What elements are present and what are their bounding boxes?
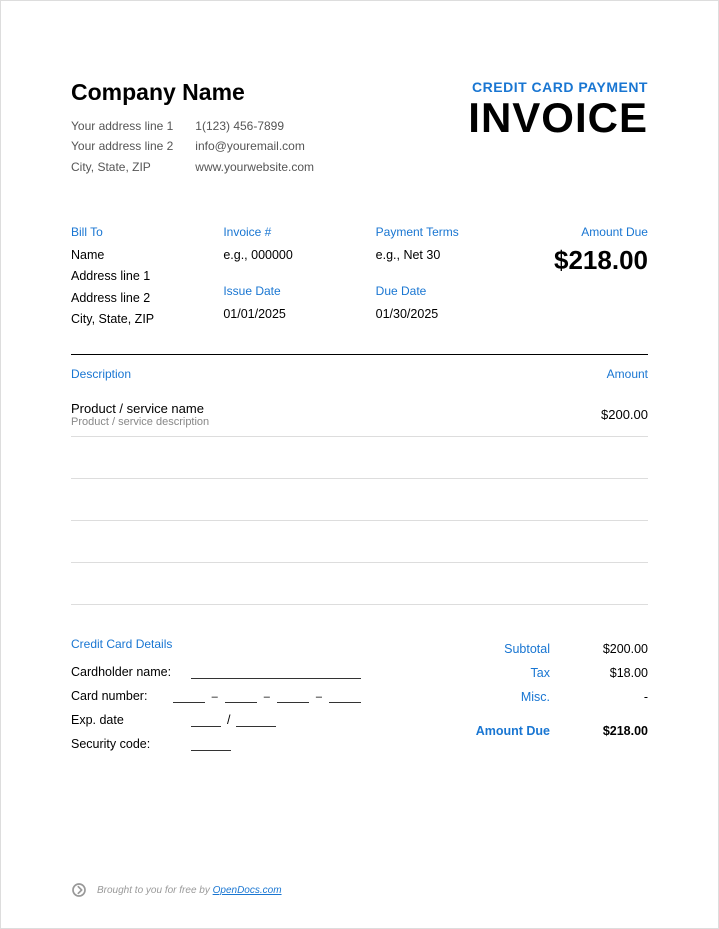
tax-value: $18.00 bbox=[578, 666, 648, 680]
bill-to-label: Bill To bbox=[71, 225, 191, 239]
bill-to-address-1: Address line 1 bbox=[71, 266, 191, 287]
line-item-row-empty bbox=[71, 479, 648, 521]
bill-to-city-state-zip: City, State, ZIP bbox=[71, 309, 191, 330]
issue-date: 01/01/2025 bbox=[223, 304, 343, 325]
amount-due-total-label: Amount Due bbox=[428, 724, 578, 738]
invoice-number: e.g., 000000 bbox=[223, 245, 343, 266]
amount-column-header: Amount bbox=[607, 367, 648, 381]
exp-date-label: Exp. date bbox=[71, 713, 191, 727]
company-name: Company Name bbox=[71, 79, 314, 106]
footer-text: Brought to you for free by bbox=[97, 885, 213, 896]
description-column-header: Description bbox=[71, 367, 131, 381]
payment-terms: e.g., Net 30 bbox=[376, 245, 496, 266]
company-address-1: Your address line 1 bbox=[71, 116, 173, 136]
line-item-amount: $200.00 bbox=[601, 407, 648, 422]
company-email: info@youremail.com bbox=[195, 136, 314, 156]
footer-link[interactable]: OpenDocs.com bbox=[213, 885, 282, 896]
invoice-title: INVOICE bbox=[468, 97, 648, 139]
cardholder-input[interactable] bbox=[191, 665, 361, 679]
line-item-row-empty bbox=[71, 437, 648, 479]
bill-to-name: Name bbox=[71, 245, 191, 266]
issue-date-label: Issue Date bbox=[223, 284, 343, 298]
payment-terms-label: Payment Terms bbox=[376, 225, 496, 239]
bill-to-address-2: Address line 2 bbox=[71, 288, 191, 309]
dash-separator: – bbox=[263, 691, 271, 703]
line-item-row-empty bbox=[71, 521, 648, 563]
company-website: www.yourwebsite.com bbox=[195, 157, 314, 177]
line-item-description: Product / service description bbox=[71, 416, 209, 428]
due-date-label: Due Date bbox=[376, 284, 496, 298]
slash-separator: / bbox=[227, 713, 230, 727]
card-number-segment[interactable] bbox=[277, 689, 309, 703]
line-item-row-empty bbox=[71, 563, 648, 605]
amount-due-value: $218.00 bbox=[528, 245, 648, 276]
misc-label: Misc. bbox=[428, 690, 578, 704]
payment-type-label: CREDIT CARD PAYMENT bbox=[468, 79, 648, 95]
tax-label: Tax bbox=[428, 666, 578, 680]
company-city-state-zip: City, State, ZIP bbox=[71, 157, 173, 177]
card-number-segment[interactable] bbox=[329, 689, 361, 703]
card-number-segment[interactable] bbox=[225, 689, 257, 703]
amount-due-total-value: $218.00 bbox=[578, 724, 648, 738]
dash-separator: – bbox=[315, 691, 323, 703]
external-link-icon bbox=[71, 882, 87, 898]
exp-month-input[interactable] bbox=[191, 713, 221, 727]
card-number-label: Card number: bbox=[71, 689, 173, 703]
security-code-label: Security code: bbox=[71, 737, 191, 751]
amount-due-label: Amount Due bbox=[528, 225, 648, 239]
subtotal-label: Subtotal bbox=[428, 642, 578, 656]
line-items: Product / service name Product / service… bbox=[71, 397, 648, 607]
exp-year-input[interactable] bbox=[236, 713, 276, 727]
credit-card-section-label: Credit Card Details bbox=[71, 637, 361, 651]
line-item-row: Product / service name Product / service… bbox=[71, 397, 648, 437]
misc-value: - bbox=[578, 690, 648, 704]
invoice-number-label: Invoice # bbox=[223, 225, 343, 239]
card-number-segment[interactable] bbox=[173, 689, 205, 703]
security-code-input[interactable] bbox=[191, 737, 231, 751]
dash-separator: – bbox=[211, 691, 219, 703]
company-phone: 1(123) 456-7899 bbox=[195, 116, 314, 136]
company-address-2: Your address line 2 bbox=[71, 136, 173, 156]
due-date: 01/30/2025 bbox=[376, 304, 496, 325]
cardholder-label: Cardholder name: bbox=[71, 665, 191, 679]
line-item-name: Product / service name bbox=[71, 401, 209, 416]
subtotal-value: $200.00 bbox=[578, 642, 648, 656]
